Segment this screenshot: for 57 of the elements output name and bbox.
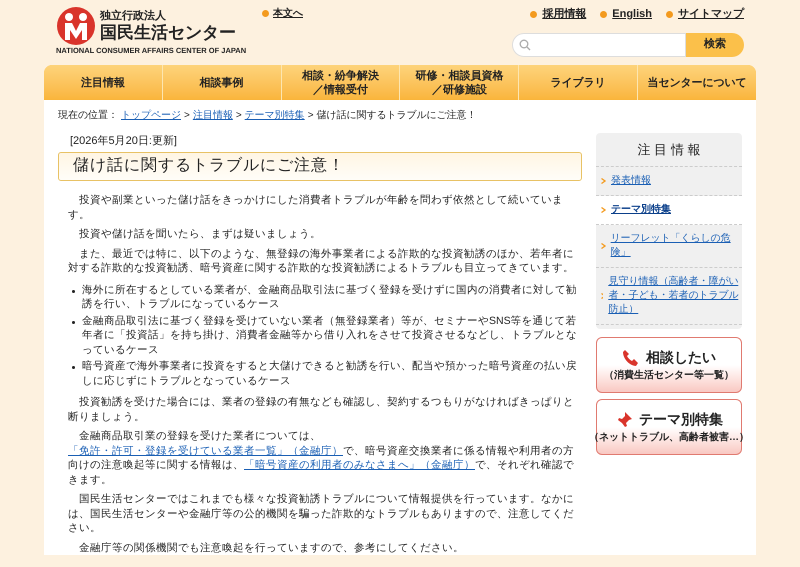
body-link[interactable]: 「免許・許可・登録を受けている業者一覧」（金融庁） xyxy=(68,444,343,456)
list-item-text: 暗号資産で海外事業者に投資をすると大儲けできると勧誘を行い、配当や預かった暗号資産の払い戻しに応じずにトラブルとなっているケース xyxy=(82,359,578,388)
breadcrumb-current: 儲け話に関するトラブルにご注意！ xyxy=(316,108,477,123)
update-date: [2026年5月20日:更新] xyxy=(70,134,178,149)
list-item-text: 金融商品取引法に基づく登録を受けていない業者（無登録業者）等が、セミナーやSNS等を通じて若年者に「投資話」を持ち掛け、消費者金融等から借り入れをさせて投資させるなどし、トラブルとなっているケース xyxy=(82,314,578,357)
nav-tab[interactable]: 相談・紛争解決 ／情報受付 xyxy=(280,65,400,100)
phone-icon xyxy=(622,348,640,366)
sidebar-link[interactable]: 見守り情報（高齢者・障がい者・子ども・若者のトラブル防止） xyxy=(608,275,740,317)
nav-tab[interactable]: ライブラリ xyxy=(518,65,638,100)
breadcrumb-link[interactable]: トップページ xyxy=(121,108,181,123)
body-paragraph: 金融商品取引業の登録を受けた業者については、 「免許・許可・登録を受けている業者一覧」（金融庁）で、暗号資産交換業者に係る情報や利用者の方向けの注意喚起等に関する情報は、「暗号資産の利用者のみなさまへ」（金融庁）で、それぞれ確認できます。 xyxy=(68,429,575,487)
list-item-text: 海外に所在するとしている業者が、金融商品取引法に基づく登録を受けずに国内の消費者に対して勧誘を行い、トラブルになっているケース xyxy=(82,282,578,312)
nav-tab[interactable]: 相談事例 xyxy=(162,65,281,100)
nav-tab[interactable]: 注目情報 xyxy=(44,65,162,100)
header-link[interactable]: English xyxy=(612,6,652,22)
breadcrumb-separator: > xyxy=(236,109,242,123)
nav-tab[interactable]: 研修・相談員資格 ／研修施設 xyxy=(399,65,518,100)
bullet-icon xyxy=(262,10,269,17)
search-button[interactable]: 検索 xyxy=(686,32,744,56)
body-paragraph: また、最近では特に、以下のような、無登録の海外事業者による詐欺的な投資勧誘のほか、若年者に対する詐欺的な投資勧誘、暗号資産に関する詐欺的な投資勧誘によるトラブルも目立ってきています。 xyxy=(68,246,575,276)
bullet-icon xyxy=(530,10,538,18)
chevron-icon xyxy=(601,178,606,184)
body-paragraph: 投資勧誘を受けた場合には、業者の登録の有無なども確認し、契約するつもりがなければきっぱりと断りましょう。 xyxy=(68,395,575,424)
organization-name: 国民生活センター xyxy=(100,22,236,42)
header-link[interactable]: 採用情報 xyxy=(542,6,586,22)
breadcrumb-link[interactable]: テーマ別特集 xyxy=(244,108,305,123)
breadcrumb-separator: > xyxy=(184,109,190,123)
logo-icon xyxy=(56,6,96,46)
breadcrumb-separator: > xyxy=(308,109,314,123)
search-icon xyxy=(519,38,531,50)
organization-type: 独立行政法人 xyxy=(100,10,167,22)
body-paragraph: 金融庁等の関係機関でも注意喚起を行っていますので、参考にしてください。 xyxy=(78,540,465,555)
skip-to-content-link[interactable]: 本文へ xyxy=(262,6,303,21)
sidebar-title: 注 目 情 報 xyxy=(596,133,742,167)
nav-tab[interactable]: 当センターについて xyxy=(637,65,756,100)
body-link[interactable]: 「暗号資産の利用者のみなさまへ」（金融庁） xyxy=(244,459,475,471)
bullet-icon xyxy=(72,290,75,292)
banner-link[interactable]: 相談したい （消費生活センター等一覧） xyxy=(596,337,742,393)
chevron-icon xyxy=(601,243,606,249)
sidebar-link[interactable]: 発表情報 xyxy=(611,174,651,188)
body-paragraph: 投資や副業といった儲け話をきっかけにした消費者トラブルが年齢を問わず依然として続いています。 xyxy=(68,193,564,222)
page-heading: 儲け話に関するトラブルにご注意！ xyxy=(73,156,345,176)
banner-link[interactable]: テーマ別特集 （ネットトラブル、高齢者被害…） xyxy=(596,399,742,455)
breadcrumb-label: 現在の位置： xyxy=(58,108,118,123)
pushpin-icon xyxy=(615,410,633,428)
chevron-icon xyxy=(601,293,604,299)
bullet-icon xyxy=(72,320,75,324)
bullet-icon xyxy=(666,10,673,18)
body-paragraph: 投資や儲け話を聞いたら、まずは疑いましょう。 xyxy=(78,227,322,242)
breadcrumb-link[interactable]: 注目情報 xyxy=(192,108,233,123)
sidebar-link[interactable]: テーマ別特集 xyxy=(611,203,671,217)
body-paragraph: 国民生活センターではこれまでも様々な投資勧誘トラブルについて情報提供を行っています。なかには、国民生活センターや金融庁等の公的機関を騙った詐欺的なトラブルもありますので、注意してください。 xyxy=(68,492,575,536)
header-link[interactable]: サイトマップ xyxy=(678,6,744,22)
bullet-icon xyxy=(600,10,608,18)
bullet-icon xyxy=(72,366,75,369)
sidebar-link[interactable]: リーフレット「くらしの危険」 xyxy=(610,232,740,260)
chevron-icon xyxy=(601,207,606,213)
